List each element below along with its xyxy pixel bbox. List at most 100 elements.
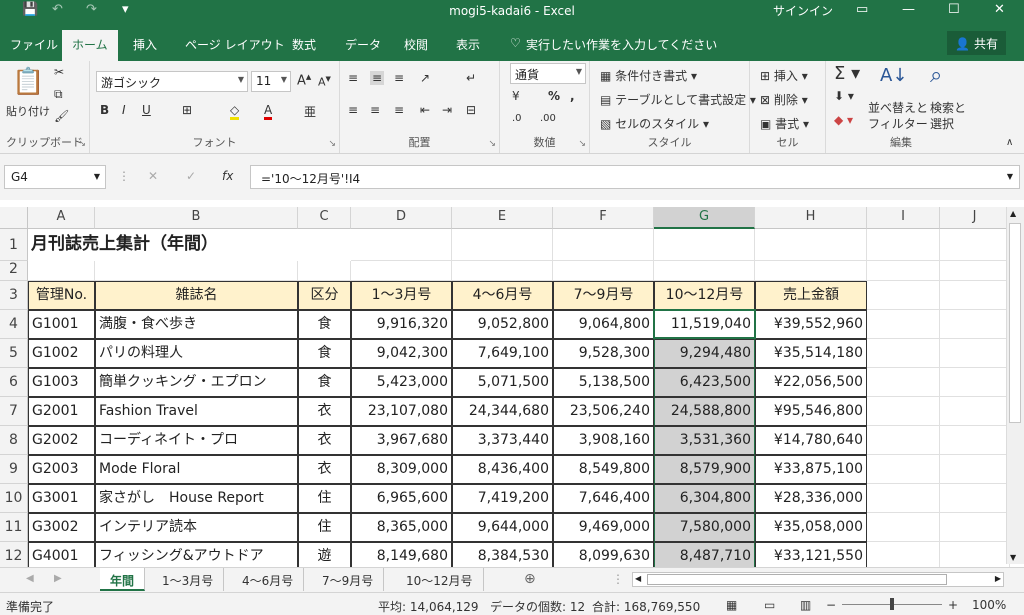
number-format-select[interactable]: 通貨 ▼ [510, 63, 586, 84]
column-header-h[interactable]: H [755, 207, 867, 229]
cell-h7[interactable]: ¥95,546,800 [755, 397, 867, 426]
wrap-text-icon[interactable]: ↵ [466, 71, 476, 85]
add-sheet-icon[interactable]: ⊕ [524, 571, 536, 587]
cell-a7[interactable]: G2001 [28, 397, 95, 426]
cell-i8[interactable] [867, 426, 940, 455]
cell-i12[interactable] [867, 542, 940, 567]
cell-a10[interactable]: G3001 [28, 484, 95, 513]
row-header-3[interactable]: 3 [0, 281, 28, 310]
row-header-6[interactable]: 6 [0, 368, 28, 397]
align-right-icon[interactable]: ≡ [394, 103, 404, 117]
cell-d8[interactable]: 3,967,680 [351, 426, 452, 455]
cell-f5[interactable]: 9,528,300 [553, 339, 654, 368]
cell-a3[interactable]: 管理No. [28, 281, 95, 310]
zoom-out-icon[interactable]: − [826, 598, 836, 612]
decrease-indent-icon[interactable]: ⇤ [420, 103, 430, 117]
sheet-tab-annual[interactable]: 年間 [100, 568, 146, 591]
cell-e8[interactable]: 3,373,440 [452, 426, 553, 455]
fill-color-icon[interactable]: ◇ [230, 103, 240, 120]
cell-j8[interactable] [940, 426, 1010, 455]
tab-file[interactable]: ファイル [10, 36, 58, 53]
cell-d3[interactable]: 1～3月号 [351, 281, 452, 310]
scroll-left-icon[interactable]: ◀ [635, 574, 641, 583]
delete-cells-button[interactable]: ⊠ 削除 ▾ [760, 91, 808, 108]
cell-e12[interactable]: 8,384,530 [452, 542, 553, 567]
sort-filter-label-1[interactable]: 並べ替えと [868, 99, 928, 116]
cell-h5[interactable]: ¥35,514,180 [755, 339, 867, 368]
name-box[interactable]: G4 ▼ [4, 165, 106, 189]
clear-icon[interactable]: ◆ ▾ [834, 113, 853, 127]
cell-j1[interactable] [940, 229, 1010, 261]
cell-b8[interactable]: コーディネイト・プロ [95, 426, 298, 455]
row-header-7[interactable]: 7 [0, 397, 28, 426]
increase-indent-icon[interactable]: ⇥ [442, 103, 452, 117]
cell-j10[interactable] [940, 484, 1010, 513]
formula-input[interactable]: ='10～12月号'!I4 ▼ [250, 165, 1020, 189]
row-header-9[interactable]: 9 [0, 455, 28, 484]
cell-a5[interactable]: G1002 [28, 339, 95, 368]
minimize-icon[interactable]: — [902, 2, 915, 17]
cell-d12[interactable]: 8,149,680 [351, 542, 452, 567]
cell-a4[interactable]: G1001 [28, 310, 95, 339]
cell-c10[interactable]: 住 [298, 484, 351, 513]
cell-c3[interactable]: 区分 [298, 281, 351, 310]
row-header-4[interactable]: 4 [0, 310, 28, 339]
tab-home[interactable]: ホーム [62, 30, 118, 61]
row-header-8[interactable]: 8 [0, 426, 28, 455]
cell-a9[interactable]: G2003 [28, 455, 95, 484]
cell-j9[interactable] [940, 455, 1010, 484]
cell-h11[interactable]: ¥35,058,000 [755, 513, 867, 542]
cell-a2[interactable] [28, 261, 95, 281]
orientation-icon[interactable]: ↗ [420, 71, 430, 85]
cell-b6[interactable]: 簡単クッキング・エプロン [95, 368, 298, 397]
increase-decimal-icon[interactable]: .0 [512, 113, 522, 124]
decrease-decimal-icon[interactable]: .00 [540, 113, 556, 124]
horizontal-scrollbar[interactable]: ◀ ▶ [632, 572, 1004, 587]
cell-h4[interactable]: ¥39,552,960 [755, 310, 867, 339]
vertical-scrollbar[interactable]: ▲ ▼ [1006, 207, 1024, 564]
tab-formulas[interactable]: 数式 [292, 36, 316, 53]
zoom-in-icon[interactable]: + [948, 598, 958, 612]
align-left-icon[interactable]: ≡ [348, 103, 358, 117]
cell-c9[interactable]: 衣 [298, 455, 351, 484]
page-layout-view-icon[interactable]: ▭ [764, 598, 775, 612]
format-as-table-button[interactable]: ▤ テーブルとして書式設定 ▾ [600, 91, 756, 108]
italic-icon[interactable]: I [122, 103, 126, 117]
cell-i7[interactable] [867, 397, 940, 426]
font-size-select[interactable]: 11 ▼ [251, 71, 291, 92]
cell-g6[interactable]: 6,423,500 [654, 368, 755, 397]
borders-icon[interactable]: ⊞ [182, 103, 192, 117]
zoom-level[interactable]: 100% [972, 598, 1006, 612]
cell-h6[interactable]: ¥22,056,500 [755, 368, 867, 397]
cell-h2[interactable] [755, 261, 867, 281]
paste-icon[interactable]: 📋 [12, 67, 44, 97]
cell-d6[interactable]: 5,423,000 [351, 368, 452, 397]
collapse-ribbon-icon[interactable]: ∧ [1006, 137, 1013, 148]
cell-b10[interactable]: 家さがし House Report [95, 484, 298, 513]
cell-i3[interactable] [867, 281, 940, 310]
column-header-i[interactable]: I [867, 207, 940, 229]
cell-c4[interactable]: 食 [298, 310, 351, 339]
cell-j2[interactable] [940, 261, 1010, 281]
cell-b2[interactable] [95, 261, 298, 281]
share-button[interactable]: 👤 共有 [947, 31, 1006, 55]
cell-j4[interactable] [940, 310, 1010, 339]
ribbon-display-icon[interactable]: ▭ [856, 2, 868, 17]
cell-e4[interactable]: 9,052,800 [452, 310, 553, 339]
cell-d7[interactable]: 23,107,080 [351, 397, 452, 426]
grow-font-icon[interactable]: A▲ [297, 73, 311, 88]
cell-styles-button[interactable]: ▧ セルのスタイル ▾ [600, 115, 709, 132]
cell-i4[interactable] [867, 310, 940, 339]
cell-c6[interactable]: 食 [298, 368, 351, 397]
find-label-2[interactable]: 選択 [930, 115, 954, 132]
close-icon[interactable]: ✕ [994, 2, 1005, 17]
column-header-a[interactable]: A [28, 207, 95, 229]
cell-a8[interactable]: G2002 [28, 426, 95, 455]
insert-cells-button[interactable]: ⊞ 挿入 ▾ [760, 67, 808, 84]
merge-center-icon[interactable]: ⊟ [466, 103, 476, 117]
underline-icon[interactable]: U [142, 103, 151, 117]
cell-f10[interactable]: 7,646,400 [553, 484, 654, 513]
cell-f1[interactable] [553, 229, 654, 261]
cell-c8[interactable]: 衣 [298, 426, 351, 455]
cell-g7[interactable]: 24,588,800 [654, 397, 755, 426]
